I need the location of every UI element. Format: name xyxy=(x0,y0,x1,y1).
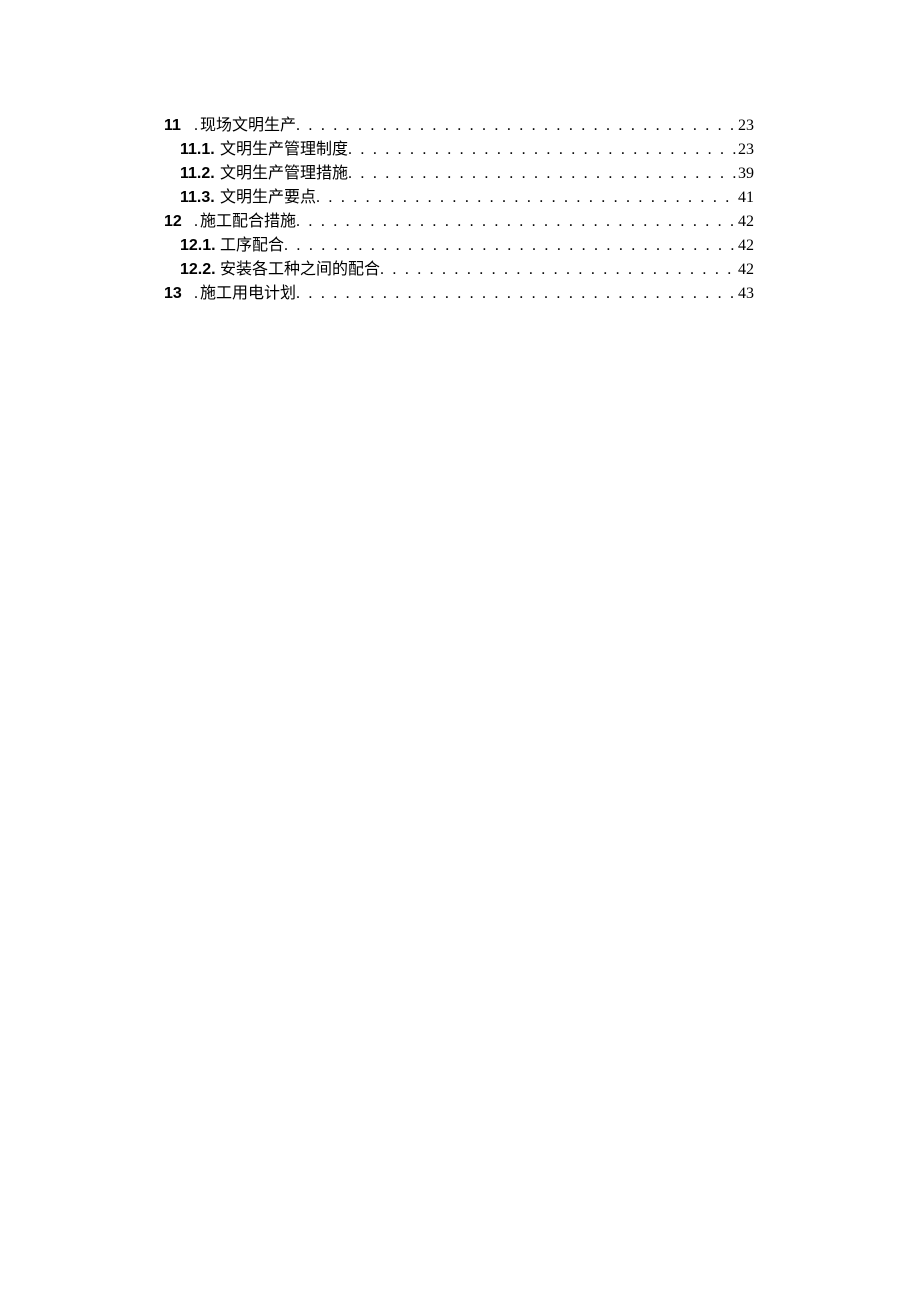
toc-entry-page: 42 xyxy=(738,258,754,282)
toc-entry-number: 13 xyxy=(164,282,194,306)
toc-entry: 12.1.工序配合 42 xyxy=(180,234,754,258)
toc-leader-dots xyxy=(348,162,738,186)
toc-leader-dots xyxy=(296,282,738,306)
toc-entry-number: 12.1. xyxy=(180,234,220,258)
toc-entry-page: 23 xyxy=(738,138,754,162)
toc-entry-title: 施工用电计划 xyxy=(200,282,296,306)
toc-entry-page: 41 xyxy=(738,186,754,210)
toc-entry: 11.2.文明生产管理措施 39 xyxy=(180,162,754,186)
toc-entry-page: 39 xyxy=(738,162,754,186)
toc-entry-title: 施工配合措施 xyxy=(200,210,296,234)
toc-entry-title: 文明生产要点 xyxy=(220,186,316,210)
toc-leader-dots xyxy=(296,114,738,138)
toc-entry: 12.施工配合措施 42 xyxy=(164,210,754,234)
toc-entry-number: 11.1. xyxy=(180,138,220,162)
toc-dot-separator: . xyxy=(194,114,198,138)
toc-entry: 11.3.文明生产要点 41 xyxy=(180,186,754,210)
toc-entry: 13.施工用电计划 43 xyxy=(164,282,754,306)
toc-leader-dots xyxy=(380,258,738,282)
toc-entry-number: 12 xyxy=(164,210,194,234)
toc-dot-separator: . xyxy=(194,282,198,306)
toc-entry-page: 43 xyxy=(738,282,754,306)
toc-entry: 11.1.文明生产管理制度 23 xyxy=(180,138,754,162)
toc-leader-dots xyxy=(296,210,738,234)
toc-entry-title: 现场文明生产 xyxy=(200,114,296,138)
toc-entry-title: 工序配合 xyxy=(220,234,284,258)
toc-entry: 12.2.安装各工种之间的配合 42 xyxy=(180,258,754,282)
toc-entry-number: 11 xyxy=(164,114,194,138)
toc-leader-dots xyxy=(348,138,738,162)
toc-entry-title: 安装各工种之间的配合 xyxy=(220,258,380,282)
toc-leader-dots xyxy=(316,186,738,210)
toc-entry-number: 11.2. xyxy=(180,162,220,186)
toc-entry-title: 文明生产管理措施 xyxy=(220,162,348,186)
toc-entry: 11.现场文明生产 23 xyxy=(164,114,754,138)
toc-entry-number: 11.3. xyxy=(180,186,220,210)
toc-entry-page: 42 xyxy=(738,234,754,258)
toc-entry-title: 文明生产管理制度 xyxy=(220,138,348,162)
toc-entry-number: 12.2. xyxy=(180,258,220,282)
toc-entry-page: 42 xyxy=(738,210,754,234)
toc-dot-separator: . xyxy=(194,210,198,234)
toc-entry-page: 23 xyxy=(738,114,754,138)
toc-leader-dots xyxy=(284,234,738,258)
toc-container: 11.现场文明生产2311.1.文明生产管理制度2311.2.文明生产管理措施3… xyxy=(164,114,754,306)
